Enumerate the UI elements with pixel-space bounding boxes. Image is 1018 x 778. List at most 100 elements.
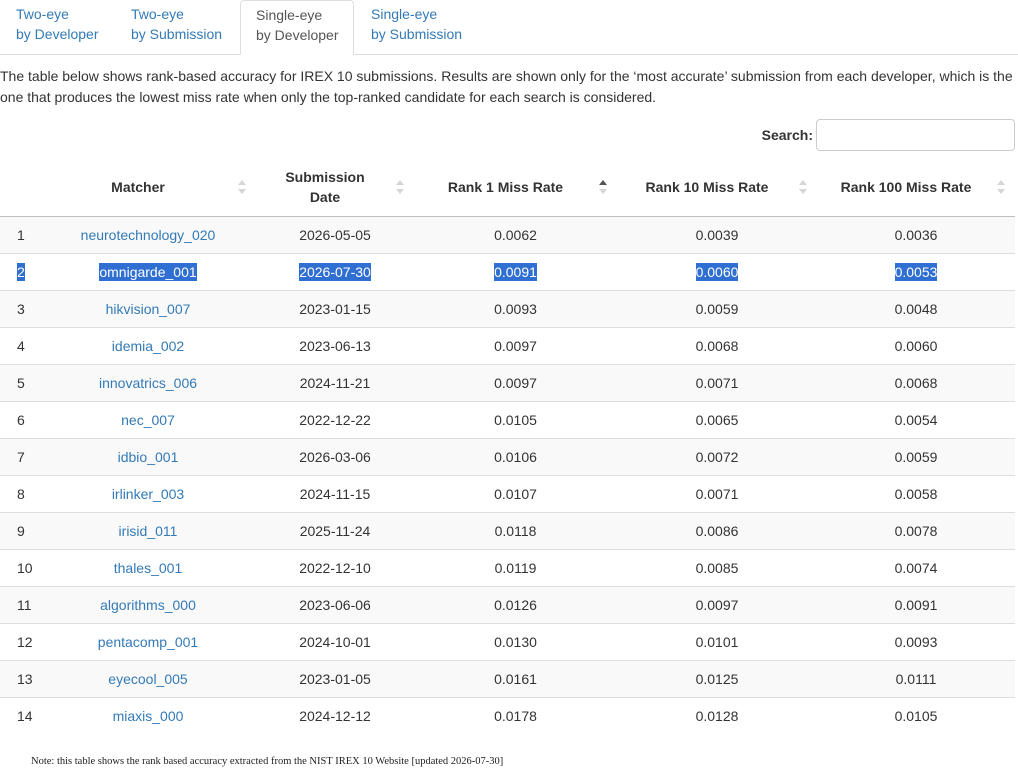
matcher-link[interactable]: irisid_011 — [119, 523, 178, 539]
tab-two-eye-by-developer[interactable]: Two-eye by Developer — [16, 0, 99, 53]
search-input[interactable] — [816, 119, 1015, 151]
cell-value: 8 — [17, 486, 25, 502]
cell-value: 0.0053 — [894, 263, 938, 281]
table-row: 7 idbio_001 2026-03-06 0.0106 0.0072 0.0059 — [0, 438, 1015, 476]
cell-matcher: neurotechnology_020 — [40, 216, 256, 254]
cell-r100: 0.0053 — [817, 253, 1015, 291]
tab-label-line1: Single-eye — [256, 7, 323, 23]
column-header-rank100[interactable]: Rank 100 Miss Rate — [817, 158, 1015, 217]
table-header-row: Matcher Submission Date Rank 1 Miss Rate… — [0, 158, 1015, 217]
cell-value: 2023-06-13 — [299, 338, 371, 354]
cell-r100: 0.0111 — [817, 660, 1015, 698]
cell-date: 2024-10-01 — [256, 623, 414, 661]
cell-matcher: idemia_002 — [40, 327, 256, 365]
cell-value: 2022-12-22 — [299, 412, 371, 428]
cell-matcher: thales_001 — [40, 549, 256, 587]
column-header-label: Rank 100 Miss Rate — [840, 179, 972, 195]
cell-r100: 0.0059 — [817, 438, 1015, 476]
matcher-link[interactable]: eyecool_005 — [108, 671, 187, 687]
cell-value: 0.0039 — [695, 227, 739, 243]
column-header-rank10[interactable]: Rank 10 Miss Rate — [617, 158, 817, 217]
cell-r1: 0.0118 — [414, 512, 617, 550]
cell-r1: 0.0161 — [414, 660, 617, 698]
tab-single-eye-by-submission[interactable]: Single-eye by Submission — [371, 0, 462, 53]
cell-idx: 9 — [0, 512, 40, 550]
cell-value: 0.0128 — [695, 708, 739, 724]
column-header-matcher[interactable]: Matcher — [40, 158, 256, 217]
column-header-index — [0, 158, 40, 217]
cell-r10: 0.0097 — [617, 586, 817, 624]
cell-value: 0.0054 — [894, 412, 938, 428]
cell-value: 0.0059 — [894, 449, 938, 465]
cell-value: 0.0078 — [894, 523, 938, 539]
cell-idx: 7 — [0, 438, 40, 476]
cell-value: 0.0071 — [695, 486, 739, 502]
matcher-link[interactable]: idemia_002 — [112, 338, 184, 354]
table-row: 8 irlinker_003 2024-11-15 0.0107 0.0071 0.005… — [0, 475, 1015, 513]
cell-r1: 0.0107 — [414, 475, 617, 513]
table-row: 11 algorithms_000 2023-06-06 0.0126 0.0097 0.… — [0, 586, 1015, 624]
matcher-link[interactable]: thales_001 — [114, 560, 183, 576]
cell-value: 0.0178 — [494, 708, 537, 724]
column-header-rank1[interactable]: Rank 1 Miss Rate — [414, 158, 617, 217]
cell-value: 2025-11-24 — [299, 523, 371, 539]
matcher-link[interactable]: algorithms_000 — [100, 597, 196, 613]
cell-r10: 0.0060 — [617, 253, 817, 291]
cell-r10: 0.0071 — [617, 364, 817, 402]
sort-icon — [997, 180, 1005, 194]
cell-value: 0.0105 — [494, 412, 537, 428]
matcher-link[interactable]: idbio_001 — [118, 449, 179, 465]
tab-label-line2: by Submission — [131, 25, 223, 42]
cell-value: 0.0058 — [894, 486, 938, 502]
cell-value: 2024-10-01 — [299, 634, 371, 650]
tab-two-eye-by-submission[interactable]: Two-eye by Submission — [131, 0, 222, 53]
cell-value: 2026-03-06 — [299, 449, 371, 465]
cell-idx: 5 — [0, 364, 40, 402]
cell-matcher: eyecool_005 — [40, 660, 256, 698]
cell-r100: 0.0036 — [817, 216, 1015, 254]
tab-label-line1: Two-eye — [131, 6, 184, 22]
cell-r1: 0.0097 — [414, 327, 617, 365]
cell-date: 2024-11-15 — [256, 475, 414, 513]
cell-r100: 0.0078 — [817, 512, 1015, 550]
cell-value: 2022-12-10 — [299, 560, 371, 576]
cell-idx: 10 — [0, 549, 40, 587]
cell-date: 2026-05-05 — [256, 216, 414, 254]
cell-value: 2026-05-05 — [299, 227, 371, 243]
table-row: 10 thales_001 2022-12-10 0.0119 0.0085 0.0074 — [0, 549, 1015, 587]
matcher-link[interactable]: omnigarde_001 — [99, 263, 197, 281]
cell-date: 2024-12-12 — [256, 697, 414, 734]
cell-value: 0.0036 — [894, 227, 938, 243]
cell-value: 6 — [17, 412, 25, 428]
cell-value: 9 — [17, 523, 25, 539]
search-label: Search: — [761, 127, 813, 143]
matcher-link[interactable]: neurotechnology_020 — [81, 227, 216, 243]
cell-idx: 6 — [0, 401, 40, 439]
column-header-label: Rank 10 Miss Rate — [645, 179, 769, 195]
matcher-link[interactable]: pentacomp_001 — [98, 634, 198, 650]
table-row: 5 innovatrics_006 2024-11-21 0.0097 0.0071 0.… — [0, 364, 1015, 402]
cell-value: 7 — [17, 449, 25, 465]
cell-value: 0.0106 — [494, 449, 537, 465]
cell-matcher: irlinker_003 — [40, 475, 256, 513]
matcher-link[interactable]: hikvision_007 — [106, 301, 191, 317]
cell-r100: 0.0105 — [817, 697, 1015, 734]
cell-matcher: idbio_001 — [40, 438, 256, 476]
cell-value: 0.0068 — [894, 375, 938, 391]
tab-single-eye-by-developer[interactable]: Single-eye by Developer — [240, 0, 354, 55]
matcher-link[interactable]: miaxis_000 — [113, 708, 184, 724]
matcher-link[interactable]: innovatrics_006 — [99, 375, 197, 391]
cell-r10: 0.0125 — [617, 660, 817, 698]
cell-r1: 0.0097 — [414, 364, 617, 402]
cell-r10: 0.0068 — [617, 327, 817, 365]
cell-matcher: algorithms_000 — [40, 586, 256, 624]
cell-value: 0.0074 — [894, 560, 938, 576]
matcher-link[interactable]: irlinker_003 — [112, 486, 184, 502]
matcher-link[interactable]: nec_007 — [121, 412, 175, 428]
cell-idx: 12 — [0, 623, 40, 661]
cell-value: 0.0059 — [695, 301, 739, 317]
cell-r10: 0.0039 — [617, 216, 817, 254]
column-header-submission-date[interactable]: Submission Date — [256, 158, 414, 217]
cell-value: 2024-11-15 — [299, 486, 371, 502]
cell-value: 0.0060 — [894, 338, 938, 354]
